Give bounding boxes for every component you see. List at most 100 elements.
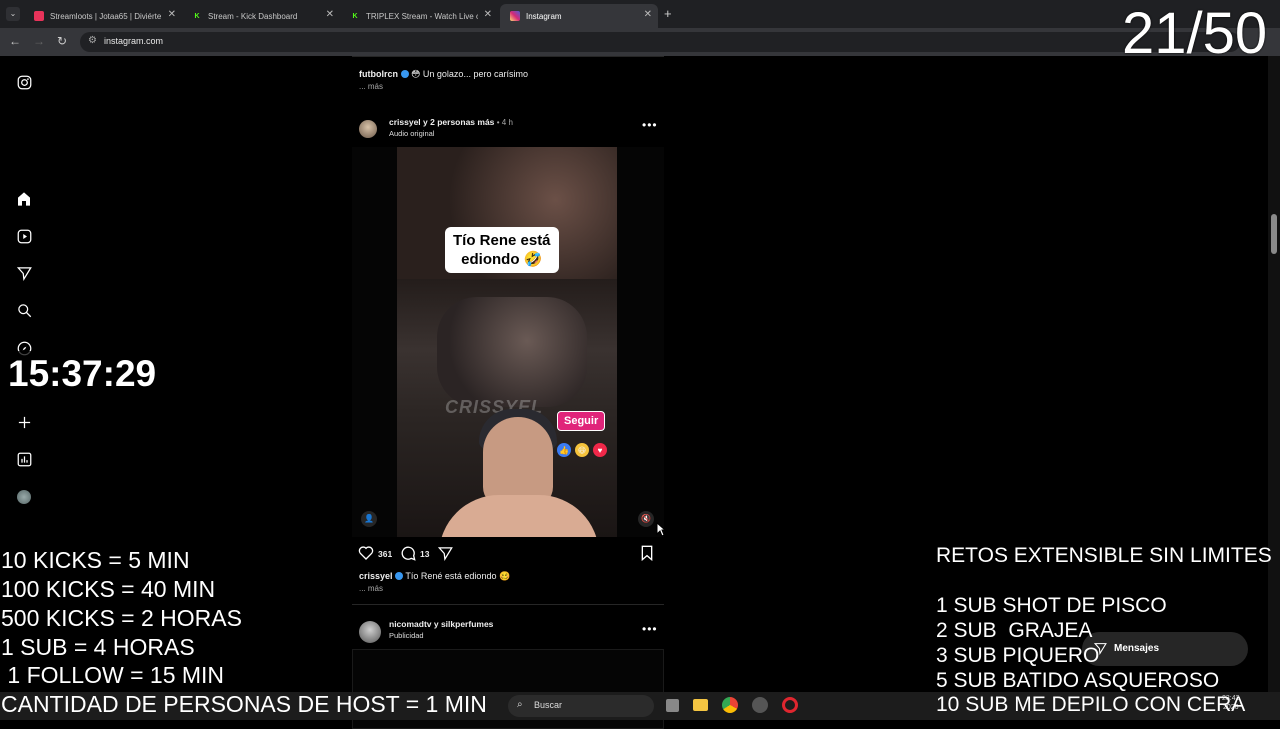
- mute-icon[interactable]: 🔇: [638, 511, 654, 527]
- page-scrollbar[interactable]: [1268, 56, 1280, 692]
- create-icon[interactable]: [14, 412, 34, 432]
- scrollbar-thumb[interactable]: [1271, 214, 1277, 254]
- like-button[interactable]: [358, 545, 374, 566]
- kick-favicon-icon: K: [194, 12, 200, 20]
- reels-icon[interactable]: [14, 226, 34, 246]
- discord-icon[interactable]: [752, 697, 768, 713]
- post1-more-link[interactable]: ... más: [359, 82, 383, 91]
- video-person-body: [439, 495, 599, 537]
- video-frame: Tío Rene está ediondo 🤣 CRISSYEL Seguir …: [397, 147, 617, 537]
- task-view-icon[interactable]: [666, 699, 679, 712]
- streamloots-favicon-icon: [34, 11, 44, 21]
- search-icon[interactable]: [14, 300, 34, 320]
- url-text: instagram.com: [104, 36, 164, 46]
- search-icon: ⌕: [517, 699, 523, 710]
- browser-tab-bar: ⌄ Streamloots | Jotaa65 | Diviérte ✕ K S…: [0, 0, 1280, 28]
- tab-label: Instagram: [526, 11, 562, 21]
- taskbar-search-label: Buscar: [534, 700, 563, 710]
- post2-audio[interactable]: Audio original: [389, 129, 434, 138]
- post2-more-options-icon[interactable]: •••: [642, 118, 658, 132]
- file-explorer-icon[interactable]: [693, 699, 708, 711]
- tab-label: Stream - Kick Dashboard: [208, 11, 298, 21]
- profile-avatar[interactable]: [14, 487, 34, 507]
- video-overlay-line1: Tío Rene está: [453, 232, 551, 249]
- tab-kick-dashboard[interactable]: K Stream - Kick Dashboard ✕: [182, 4, 340, 28]
- save-button[interactable]: [640, 545, 654, 566]
- right-rule-2: 2 SUB GRAJEA: [936, 619, 1093, 642]
- post2-header: crissyel y 2 personas más • 4 h: [389, 117, 513, 127]
- post3-sponsored-label: Publicidad: [389, 631, 424, 640]
- post2-time: • 4 h: [496, 118, 513, 127]
- dashboard-icon[interactable]: [14, 449, 34, 469]
- post2-caption-text: Tío René está ediondo 🥴: [405, 571, 511, 581]
- tab-streamloots[interactable]: Streamloots | Jotaa65 | Diviérte ✕: [24, 4, 182, 28]
- post2-avatar[interactable]: [359, 120, 377, 138]
- post-divider: [352, 604, 664, 605]
- tab-instagram[interactable]: Instagram ✕: [500, 4, 658, 28]
- love-reaction-icon: ♥: [593, 443, 607, 457]
- messages-icon[interactable]: [14, 263, 34, 283]
- close-tab-icon[interactable]: ✕: [644, 9, 652, 20]
- new-tab-icon[interactable]: +: [664, 6, 672, 21]
- chrome-icon[interactable]: [722, 697, 738, 713]
- instagram-favicon-icon: [510, 11, 520, 21]
- comment-button[interactable]: [400, 545, 416, 566]
- post2-video[interactable]: Tío Rene está ediondo 🤣 CRISSYEL Seguir …: [352, 147, 664, 537]
- share-button[interactable]: [437, 546, 453, 566]
- tab-triplex-stream[interactable]: K TRIPLEX Stream - Watch Live o ✕: [340, 4, 498, 28]
- challenge-counter: 21/50: [1122, 1, 1268, 66]
- left-rule-1: 10 KICKS = 5 MIN: [1, 547, 190, 573]
- tab-list-menu-icon[interactable]: ⌄: [6, 7, 20, 21]
- right-rule-5: 10 SUB ME DEPILO CON CERA: [936, 693, 1246, 716]
- like-count[interactable]: 361: [378, 549, 392, 559]
- post2-more-link[interactable]: ... más: [359, 584, 383, 593]
- reload-icon[interactable]: ↻: [57, 34, 67, 48]
- post2-caption-username[interactable]: crissyel: [359, 571, 393, 581]
- post2-collaborators[interactable]: y 2 personas más: [423, 117, 494, 127]
- taskbar-search[interactable]: ⌕ Buscar: [508, 695, 654, 717]
- tab-label: TRIPLEX Stream - Watch Live o: [366, 11, 478, 21]
- tab-label: Streamloots | Jotaa65 | Diviérte: [50, 11, 162, 21]
- left-rule-6: CANTIDAD DE PERSONAS DE HOST = 1 MIN: [1, 691, 487, 717]
- stream-timer: 15:37:29: [0, 351, 163, 397]
- post2-caption: crissyel Tío René está ediondo 🥴: [359, 571, 510, 582]
- instagram-feed: futbolrcn 😳 Un golazo... pero carísimo .…: [352, 56, 664, 729]
- video-follow-sticker: Seguir: [557, 411, 606, 431]
- like-reaction-icon: 👍: [557, 443, 571, 457]
- right-rules-title: RETOS EXTENSIBLE SIN LIMITES: [936, 544, 1272, 567]
- post2-username[interactable]: crissyel: [389, 117, 421, 127]
- post1-username[interactable]: futbolrcn: [359, 69, 398, 79]
- post3-avatar[interactable]: [359, 621, 381, 643]
- back-icon[interactable]: ←: [9, 34, 21, 48]
- close-tab-icon[interactable]: ✕: [326, 9, 334, 20]
- messages-button[interactable]: Mensajes: [1082, 632, 1248, 666]
- post3-usernames[interactable]: nicomadtv y silkperfumes: [389, 619, 493, 629]
- right-rule-4: 5 SUB BATIDO ASQUEROSO: [936, 669, 1220, 692]
- video-overlay-line2: ediondo 🤣: [461, 251, 543, 268]
- kick-favicon-icon: K: [352, 12, 358, 20]
- left-rule-3: 500 KICKS = 2 HORAS: [1, 605, 242, 631]
- left-rule-2: 100 KICKS = 40 MIN: [1, 576, 216, 602]
- laugh-reaction-icon: 😆: [575, 443, 589, 457]
- verified-icon: [400, 70, 409, 78]
- left-rule-5: 1 FOLLOW = 15 MIN: [1, 662, 225, 688]
- right-rule-3: 3 SUB PIQUERO: [936, 644, 1100, 667]
- left-rule-4: 1 SUB = 4 HORAS: [1, 634, 195, 660]
- tagged-users-icon[interactable]: 👤: [361, 511, 377, 527]
- url-bar[interactable]: ⚙ instagram.com: [80, 32, 1240, 52]
- post1-caption: futbolrcn 😳 Un golazo... pero carísimo: [359, 69, 528, 80]
- messages-label: Mensajes: [1114, 643, 1160, 654]
- opera-icon[interactable]: [782, 697, 798, 713]
- comment-count[interactable]: 13: [420, 549, 429, 559]
- site-info-icon[interactable]: ⚙: [88, 35, 97, 46]
- forward-icon[interactable]: →: [33, 34, 45, 48]
- close-tab-icon[interactable]: ✕: [484, 9, 492, 20]
- close-tab-icon[interactable]: ✕: [168, 9, 176, 20]
- home-icon[interactable]: [14, 189, 34, 209]
- verified-icon: [395, 572, 404, 580]
- browser-toolbar: ← → ↻ ⚙ instagram.com: [0, 28, 1280, 56]
- post3-more-options-icon[interactable]: •••: [642, 622, 658, 636]
- post1-caption-text: 😳 Un golazo... pero carísimo: [411, 69, 528, 79]
- post-divider: [352, 56, 664, 57]
- instagram-logo-icon[interactable]: [14, 72, 34, 92]
